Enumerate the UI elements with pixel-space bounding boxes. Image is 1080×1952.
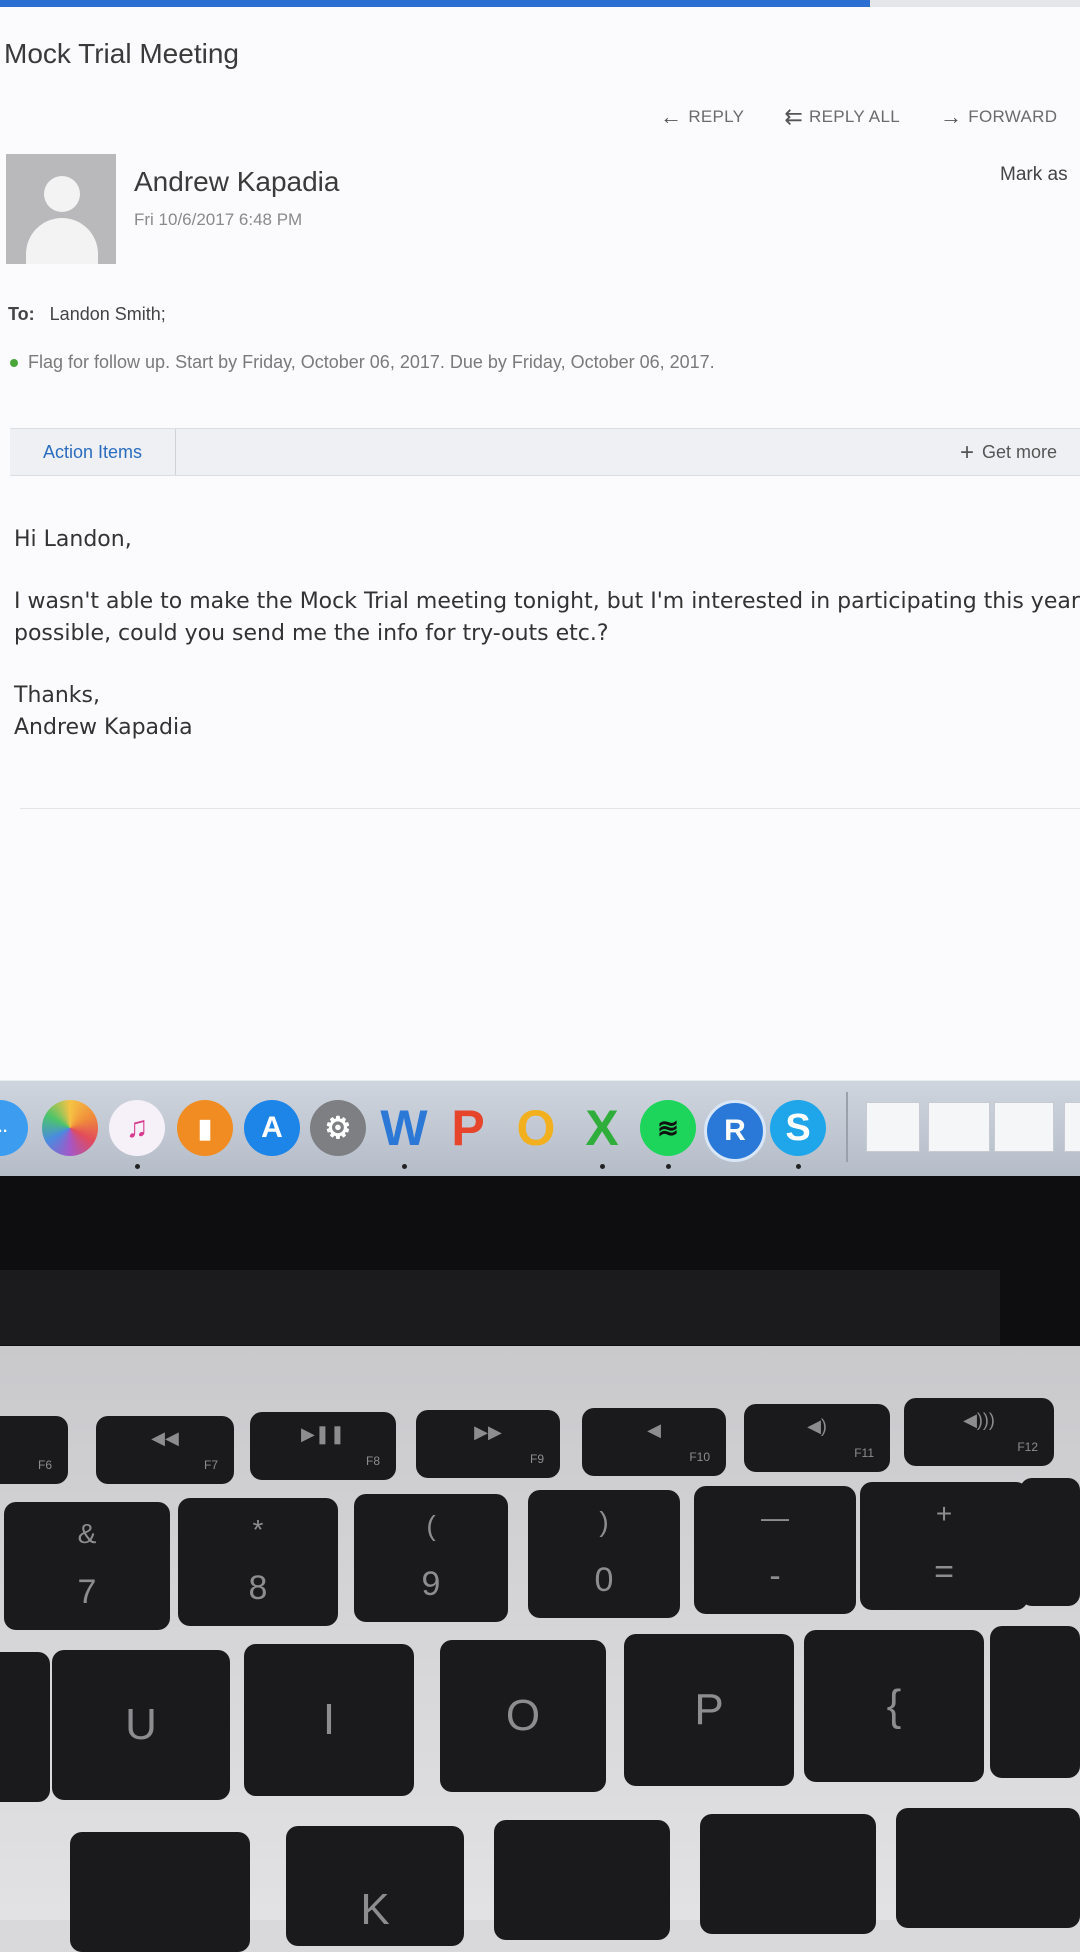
key-f7[interactable]: ◀◀ F7 xyxy=(96,1416,234,1484)
divider xyxy=(20,808,1080,809)
get-more-addins-button[interactable]: + Get more xyxy=(960,439,1057,467)
key-p[interactable]: P xyxy=(624,1634,794,1786)
sent-date: Fri 10/6/2017 6:48 PM xyxy=(134,210,303,229)
key-equals[interactable]: + = xyxy=(860,1482,1028,1610)
excel-icon[interactable]: X xyxy=(574,1100,630,1156)
key-o[interactable]: O xyxy=(440,1640,606,1792)
tab-action-items[interactable]: Action Items xyxy=(10,429,176,475)
dock-separator xyxy=(846,1092,848,1162)
email-subject: Mock Trial Meeting xyxy=(4,38,239,69)
key-f11[interactable]: ◀) F11 xyxy=(744,1404,890,1472)
spotify-running-dot xyxy=(666,1164,671,1169)
document-thumbnail-icon[interactable] xyxy=(866,1102,920,1152)
email-body: Hi Landon, I wasn't able to make the Moc… xyxy=(14,524,1080,744)
progress-bar xyxy=(0,0,870,7)
itunes-icon[interactable]: ♫ xyxy=(109,1100,165,1156)
mark-as-button[interactable]: Mark as xyxy=(1000,164,1068,186)
flag-info: Flag for follow up. Start by Friday, Oct… xyxy=(10,352,715,373)
key-semicolon[interactable] xyxy=(700,1814,876,1934)
avatar-body-shape xyxy=(26,218,98,264)
window-thumbnail-icon[interactable] xyxy=(928,1102,990,1152)
mail-window: Mock Trial Meeting ← REPLY ⇇ REPLY ALL →… xyxy=(0,0,1080,1090)
avatar xyxy=(6,154,116,264)
reply-label: REPLY xyxy=(688,107,745,126)
laptop-hinge xyxy=(0,1270,1000,1345)
key-u[interactable]: U xyxy=(52,1650,230,1800)
system-preferences-icon[interactable]: ⚙ xyxy=(310,1100,366,1156)
flag-dot-icon xyxy=(10,358,18,367)
skype-icon[interactable]: S xyxy=(770,1100,826,1156)
sender-name[interactable]: Andrew Kapadia xyxy=(134,166,339,198)
key-l[interactable] xyxy=(494,1820,670,1940)
key-8[interactable]: * 8 xyxy=(178,1498,338,1626)
greeting: Hi Landon, xyxy=(14,527,132,552)
r-icon[interactable]: R xyxy=(704,1100,766,1162)
app-store-icon[interactable]: A xyxy=(244,1100,300,1156)
forward-button[interactable]: → FORWARD xyxy=(940,106,1057,128)
key-left-partial[interactable] xyxy=(0,1652,50,1802)
title-strip xyxy=(870,0,1080,7)
to-line: To: Landon Smith; xyxy=(8,304,166,325)
reply-button[interactable]: ← REPLY xyxy=(660,106,744,128)
forward-label: FORWARD xyxy=(968,107,1058,126)
powerpoint-icon[interactable]: P xyxy=(440,1100,496,1156)
outlook-icon[interactable]: O xyxy=(508,1100,564,1156)
key-j-partial[interactable] xyxy=(70,1832,250,1952)
closing: Thanks, xyxy=(14,683,101,708)
plus-icon: + xyxy=(960,439,975,466)
reply-all-button[interactable]: ⇇ REPLY ALL xyxy=(784,106,900,128)
itunes-running-dot xyxy=(135,1164,140,1169)
trash-icon[interactable] xyxy=(1064,1102,1080,1152)
key-left-bracket[interactable]: { xyxy=(804,1630,984,1782)
key-f6[interactable]: F6 xyxy=(0,1416,68,1484)
excel-running-dot xyxy=(600,1164,605,1169)
photos-icon[interactable] xyxy=(42,1100,98,1156)
key-i[interactable]: I xyxy=(244,1644,414,1796)
reply-icon: ← xyxy=(660,104,683,129)
key-f8[interactable]: ▶❚❚ F8 xyxy=(250,1412,396,1480)
reply-all-icon: ⇇ xyxy=(784,104,804,129)
word-icon[interactable]: W xyxy=(376,1100,432,1156)
get-more-label: Get more xyxy=(982,442,1058,462)
body-line-2: possible, could you send me the info for… xyxy=(14,621,609,646)
addin-bar: Action Items + Get more xyxy=(10,428,1080,476)
skype-running-dot xyxy=(796,1164,801,1169)
key-minus[interactable]: — - xyxy=(694,1486,856,1614)
flag-text: Flag for follow up. Start by Friday, Oct… xyxy=(28,352,715,372)
spotify-icon[interactable]: ≋ xyxy=(640,1100,696,1156)
word-running-dot xyxy=(402,1164,407,1169)
reply-all-label: REPLY ALL xyxy=(809,107,900,126)
ibooks-icon[interactable]: ▮ xyxy=(177,1100,233,1156)
avatar-head-shape xyxy=(44,176,80,212)
message-actions: ← REPLY ⇇ REPLY ALL → FORWARD xyxy=(660,106,1057,128)
to-recipient[interactable]: Landon Smith; xyxy=(50,304,166,324)
key-0[interactable]: ) 0 xyxy=(528,1490,680,1618)
key-quote[interactable] xyxy=(896,1808,1080,1928)
key-k[interactable]: K xyxy=(286,1826,464,1946)
key-f12[interactable]: ◀))) F12 xyxy=(904,1398,1054,1466)
key-right-bracket[interactable] xyxy=(990,1626,1080,1778)
signature: Andrew Kapadia xyxy=(14,715,193,740)
key-f10[interactable]: ◀ F10 xyxy=(582,1408,726,1476)
key-9[interactable]: (9 xyxy=(354,1494,508,1622)
key-f9[interactable]: ▶▶ F9 xyxy=(416,1410,560,1478)
window-thumbnail-icon[interactable] xyxy=(994,1102,1054,1152)
to-label: To: xyxy=(8,304,35,324)
forward-icon: → xyxy=(939,104,963,129)
key-7[interactable]: & 7 xyxy=(4,1502,170,1630)
key-delete[interactable] xyxy=(1020,1478,1080,1606)
body-line-1: I wasn't able to make the Mock Trial mee… xyxy=(14,589,1080,614)
